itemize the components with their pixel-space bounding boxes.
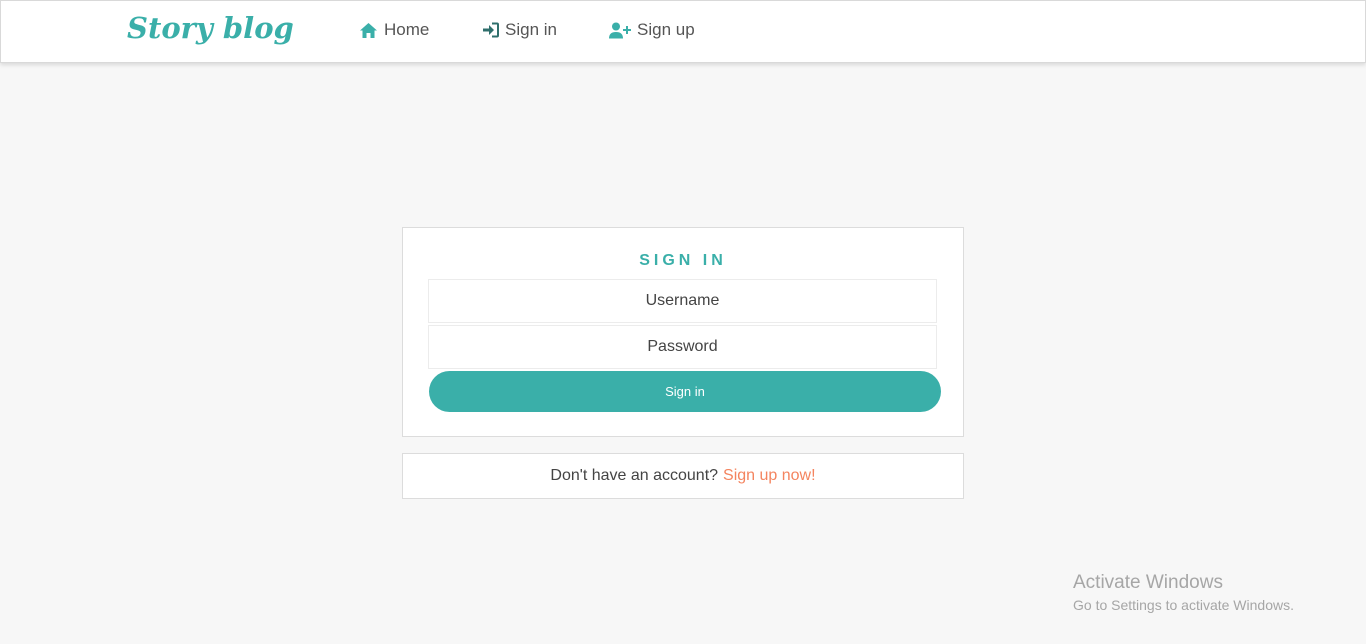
sign-up-prompt-text: Don't have an account? <box>550 467 719 484</box>
home-icon <box>360 22 377 38</box>
sign-up-now-link[interactable]: Sign up now! <box>723 467 816 485</box>
sign-up-prompt: Don't have an account? Sign up now! <box>402 453 964 499</box>
sign-in-title: SIGN IN <box>639 252 727 269</box>
sign-in-icon <box>483 22 499 38</box>
sign-in-button[interactable]: Sign in <box>429 371 941 412</box>
nav-sign-up-label: Sign up <box>637 20 695 39</box>
windows-activation-title: Activate Windows <box>1073 572 1223 593</box>
sign-in-card: SIGN IN Sign in <box>402 227 964 437</box>
username-input[interactable] <box>428 279 937 323</box>
nav-sign-up-link[interactable]: Sign up <box>609 19 695 41</box>
nav-home-label: Home <box>384 20 430 39</box>
windows-activation-subtitle: Go to Settings to activate Windows. <box>1073 597 1294 613</box>
nav-sign-in-link[interactable]: Sign in <box>482 19 557 41</box>
nav-sign-in-label: Sign in <box>505 20 557 39</box>
nav-home-link[interactable]: Home <box>359 19 429 41</box>
top-navbar: Story blog Home Sign in Sign up <box>0 0 1366 63</box>
brand-logo[interactable]: Story blog <box>127 11 294 45</box>
user-plus-icon <box>609 22 631 38</box>
password-input[interactable] <box>428 325 937 369</box>
